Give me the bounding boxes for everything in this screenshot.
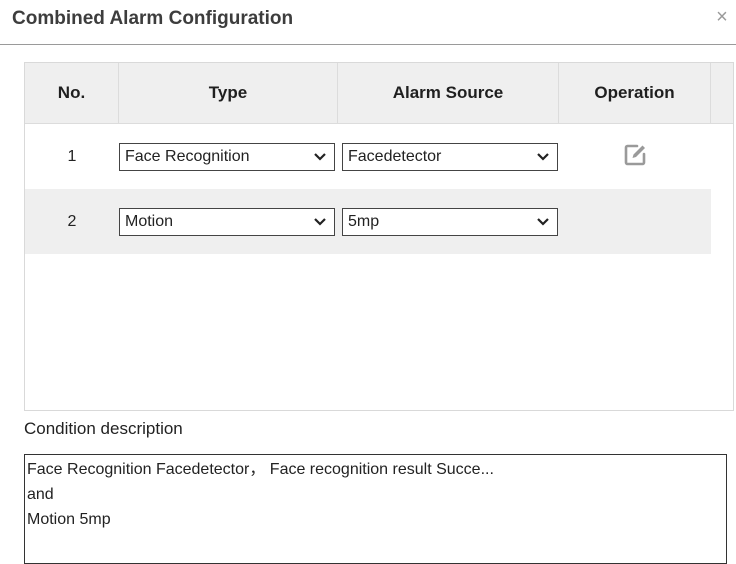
column-header-type: Type (119, 63, 338, 123)
condition-line: Face Recognition Facedetector， Face reco… (27, 461, 494, 478)
alarm-source-select-value: Facedetector (348, 148, 442, 165)
table-header: No. Type Alarm Source Operation (25, 63, 733, 124)
type-select-value: Motion (125, 213, 174, 230)
operation-cell (559, 124, 711, 189)
table-row: 2 Motion 5mp (25, 189, 711, 254)
type-select[interactable]: Face Recognition (119, 143, 335, 171)
chevron-down-icon (537, 218, 549, 226)
alarm-source-select-value: 5mp (348, 213, 380, 230)
condition-line: Motion 5mp (27, 511, 111, 528)
chevron-down-icon (314, 153, 326, 161)
edit-icon[interactable] (623, 143, 647, 167)
alarm-table: No. Type Alarm Source Operation 1 Face R… (24, 62, 734, 411)
header-divider (0, 44, 736, 45)
operation-cell (559, 189, 711, 254)
column-header-operation: Operation (559, 63, 711, 123)
condition-description-label: Condition description (24, 419, 183, 438)
condition-line: and (27, 486, 54, 503)
column-header-alarm-source: Alarm Source (338, 63, 559, 123)
type-select[interactable]: Motion (119, 208, 335, 236)
close-icon[interactable]: × (712, 6, 732, 28)
row-number: 1 (67, 148, 77, 165)
chevron-down-icon (537, 153, 549, 161)
alarm-source-select[interactable]: Facedetector (342, 143, 558, 171)
table-row: 1 Face Recognition Facedetector (25, 124, 711, 189)
dialog-title: Combined Alarm Configuration (12, 8, 294, 29)
type-select-value: Face Recognition (125, 148, 250, 165)
condition-description-box: Face Recognition Facedetector， Face reco… (24, 454, 727, 564)
chevron-down-icon (314, 218, 326, 226)
row-number: 2 (67, 213, 77, 230)
alarm-source-select[interactable]: 5mp (342, 208, 558, 236)
column-header-spacer (711, 63, 733, 123)
column-header-no: No. (25, 63, 119, 123)
